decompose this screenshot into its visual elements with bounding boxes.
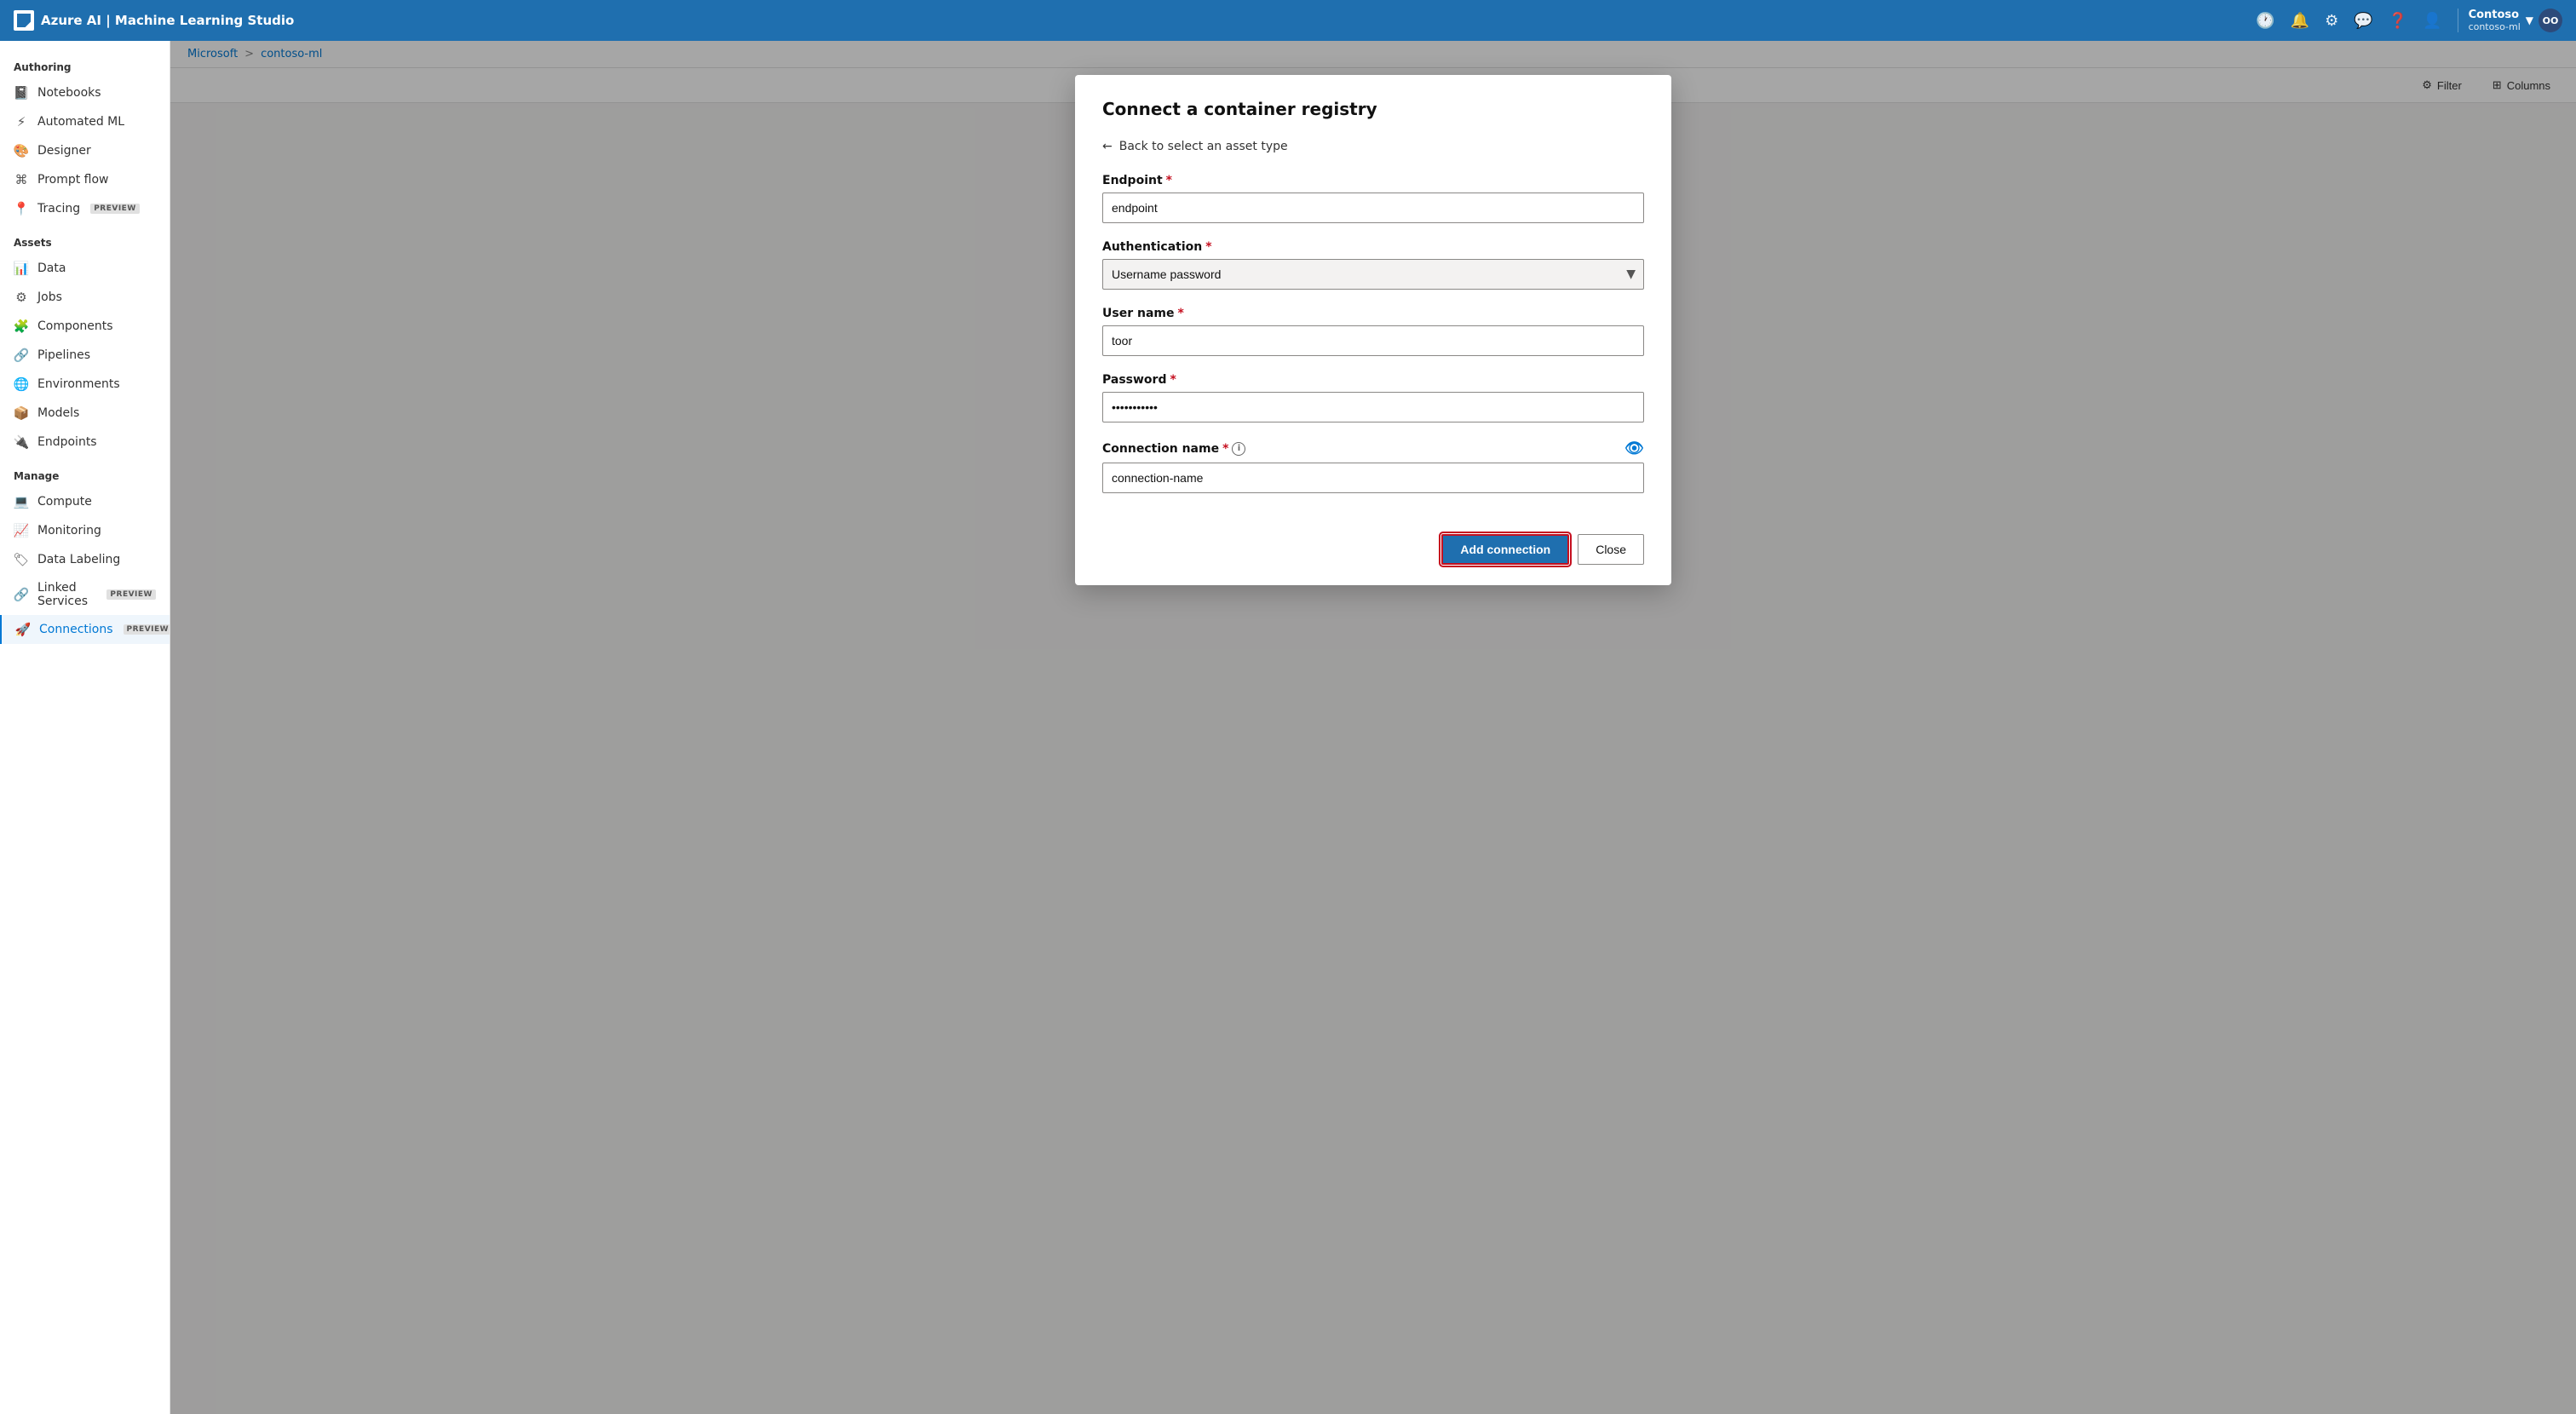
sidebar-item-monitoring[interactable]: 📈 Monitoring [0,516,170,545]
username-label: User name * [1102,307,1644,320]
endpoints-icon: 🔌 [14,434,29,450]
jobs-icon: ⚙ [14,290,29,305]
username-required: * [1177,307,1183,320]
sidebar-item-prompt-flow[interactable]: ⌘ Prompt flow [0,165,170,194]
back-arrow-icon: ← [1102,140,1113,153]
linked-services-icon: 🔗 [14,587,29,602]
username-input[interactable] [1102,325,1644,356]
history-icon[interactable]: 🕐 [2256,12,2274,30]
preview-badge-connections: PREVIEW [124,624,170,635]
connection-name-field: Connection name * i 👁 [1102,440,1644,493]
sidebar-item-jobs[interactable]: ⚙ Jobs [0,283,170,312]
settings-icon[interactable]: ⚙ [2325,12,2338,30]
notebook-icon: 📓 [14,85,29,101]
chat-icon[interactable]: 💬 [2354,12,2372,30]
sidebar-item-pipelines[interactable]: 🔗 Pipelines [0,341,170,370]
environments-icon: 🌐 [14,376,29,392]
endpoint-input[interactable] [1102,193,1644,223]
azure-logo [14,10,34,31]
user-name: Contoso [2469,9,2521,21]
tracing-icon: 📍 [14,201,29,216]
password-input-wrapper [1102,392,1644,422]
info-icon[interactable]: i [1232,442,1245,456]
endpoint-label: Endpoint * [1102,174,1644,187]
app-body: Authoring 📓 Notebooks ⚡ Automated ML 🎨 D… [0,41,2576,1414]
connection-name-label: Connection name * i 👁 [1102,440,1644,457]
designer-icon: 🎨 [14,143,29,158]
password-input[interactable] [1102,392,1644,422]
user-workspace: contoso-ml [2469,21,2521,32]
add-connection-button[interactable]: Add connection [1441,534,1569,565]
sidebar-item-linked-services[interactable]: 🔗 Linked Services PREVIEW [0,574,170,615]
sidebar-item-models[interactable]: 📦 Models [0,399,170,428]
sidebar-item-automated-ml[interactable]: ⚡ Automated ML [0,107,170,136]
automated-ml-icon: ⚡ [14,114,29,129]
help-icon[interactable]: ❓ [2389,12,2407,30]
pipelines-icon: 🔗 [14,348,29,363]
connection-name-input[interactable] [1102,463,1644,493]
sidebar-section-authoring: Authoring [0,48,170,78]
preview-badge-tracing: PREVIEW [90,204,140,214]
main-content: Microsoft > contoso-ml ⚙ Filter ⊞ Column… [170,41,2576,1414]
modal-title: Connect a container registry [1102,99,1644,119]
authentication-select-wrapper: Username password ▼ [1102,259,1644,290]
chevron-down-icon: ▼ [2526,14,2533,26]
sidebar-item-compute[interactable]: 💻 Compute [0,487,170,516]
authentication-field: Authentication * Username password ▼ [1102,240,1644,290]
password-required: * [1170,373,1176,387]
modal-overlay: Connect a container registry ← Back to s… [170,41,2576,1414]
header-logo-area: Azure AI | Machine Learning Studio [14,10,294,31]
compute-icon: 💻 [14,494,29,509]
authentication-label: Authentication * [1102,240,1644,254]
account-icon[interactable]: 👤 [2423,12,2441,30]
app-header: Azure AI | Machine Learning Studio 🕐 🔔 ⚙… [0,0,2576,41]
sidebar-section-assets: Assets [0,223,170,254]
avatar: OO [2539,9,2562,32]
sidebar-item-environments[interactable]: 🌐 Environments [0,370,170,399]
endpoint-field: Endpoint * [1102,174,1644,223]
bell-icon[interactable]: 🔔 [2291,12,2309,30]
sidebar-section-manage: Manage [0,457,170,487]
sidebar-item-endpoints[interactable]: 🔌 Endpoints [0,428,170,457]
connect-container-registry-modal: Connect a container registry ← Back to s… [1075,75,1671,585]
sidebar-item-data[interactable]: 📊 Data [0,254,170,283]
monitoring-icon: 📈 [14,523,29,538]
sidebar-item-connections[interactable]: 🚀 Connections PREVIEW [0,615,170,644]
components-icon: 🧩 [14,319,29,334]
models-icon: 📦 [14,405,29,421]
header-actions: 🕐 🔔 ⚙ 💬 ❓ 👤 Contoso contoso-ml ▼ OO [2256,9,2562,32]
prompt-flow-icon: ⌘ [14,172,29,187]
close-button[interactable]: Close [1578,534,1644,565]
preview-badge-linked: PREVIEW [106,589,156,600]
sidebar-item-tracing[interactable]: 📍 Tracing PREVIEW [0,194,170,223]
sidebar: Authoring 📓 Notebooks ⚡ Automated ML 🎨 D… [0,41,170,1414]
sidebar-item-components[interactable]: 🧩 Components [0,312,170,341]
connection-name-required: * [1222,442,1228,456]
password-field: Password * [1102,373,1644,422]
sidebar-item-data-labeling[interactable]: 🏷 Data Labeling [0,545,170,574]
data-icon: 📊 [14,261,29,276]
password-label: Password * [1102,373,1644,387]
authentication-select[interactable]: Username password [1102,259,1644,290]
modal-footer: Add connection Close [1102,520,1644,565]
username-field: User name * [1102,307,1644,356]
connections-icon: 🚀 [15,622,31,637]
data-labeling-icon: 🏷 [14,552,29,567]
sidebar-item-designer[interactable]: 🎨 Designer [0,136,170,165]
authentication-required: * [1205,240,1211,254]
back-button[interactable]: ← Back to select an asset type [1102,140,1644,153]
eye-icon[interactable]: 👁 [1624,440,1644,457]
sidebar-item-notebooks[interactable]: 📓 Notebooks [0,78,170,107]
app-title: Azure AI | Machine Learning Studio [41,13,294,28]
user-menu[interactable]: Contoso contoso-ml ▼ OO [2458,9,2562,32]
endpoint-required: * [1166,174,1172,187]
